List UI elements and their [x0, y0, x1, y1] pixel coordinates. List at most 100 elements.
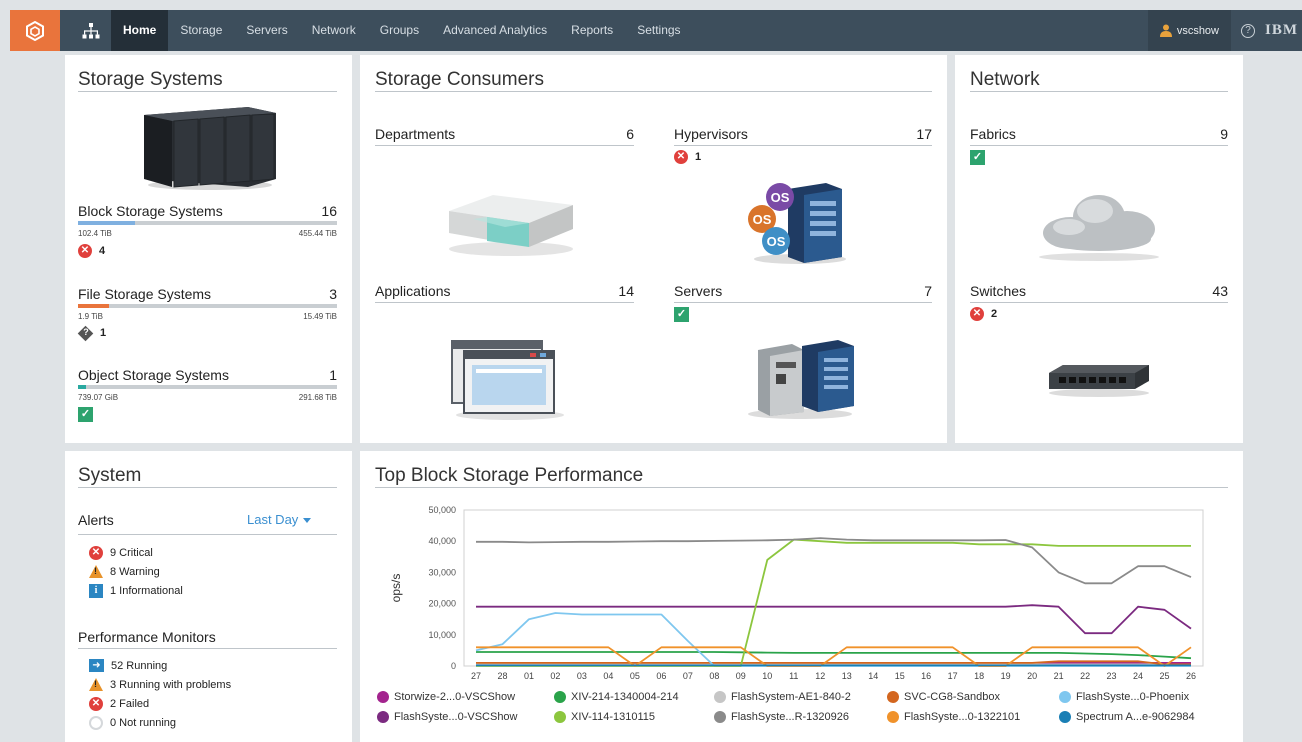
nav-servers[interactable]: Servers [234, 10, 299, 51]
hypervisors-label[interactable]: Hypervisors [674, 126, 748, 142]
x-tick-label: 05 [630, 671, 640, 681]
object-storage-count[interactable]: 1 [287, 367, 337, 383]
switches-icon[interactable] [1045, 359, 1153, 399]
monitors-with-problems[interactable]: ! 3 Running with problems [89, 678, 231, 691]
error-icon: ✕ [970, 307, 984, 321]
servers-ok-status[interactable]: ✓ [674, 307, 689, 322]
nav-home[interactable]: Home [111, 10, 169, 51]
x-tick-label: 28 [497, 671, 507, 681]
fabrics-cloud-icon[interactable] [1035, 187, 1163, 263]
legend-item[interactable]: XIV-114-1310115 [554, 711, 655, 723]
performance-line-chart[interactable]: 0 10,000 20,000 30,000 40,000 50,000 27 28 01 02 0… [360, 491, 1243, 681]
monitors-running[interactable]: ➜ 52 Running [89, 659, 167, 672]
app-logo-icon[interactable] [10, 10, 60, 51]
svg-text:OS: OS [771, 190, 790, 205]
nav-groups[interactable]: Groups [368, 10, 431, 51]
applications-count[interactable]: 14 [584, 283, 634, 299]
legend-item[interactable]: FlashSyste...R-1320926 [714, 711, 849, 723]
help-icon[interactable]: ? [1241, 23, 1255, 38]
unknown-icon: ? [77, 325, 94, 341]
departments-count[interactable]: 6 [584, 126, 634, 142]
alerts-label: Alerts [78, 512, 114, 528]
x-tick-label: 08 [709, 671, 719, 681]
file-storage-count[interactable]: 3 [287, 286, 337, 302]
nav-advanced-analytics[interactable]: Advanced Analytics [431, 10, 559, 51]
x-tick-label: 10 [762, 671, 772, 681]
svg-text:OS: OS [753, 212, 772, 227]
legend-label: XIV-214-1340004-214 [571, 691, 679, 703]
block-storage-error-status[interactable]: ✕ 4 [78, 244, 105, 258]
switches-count[interactable]: 43 [1178, 283, 1228, 299]
series-line-5 [475, 612, 1191, 667]
legend-swatch [377, 691, 389, 703]
object-storage-ok-status[interactable]: ✓ [78, 407, 93, 422]
servers-icon[interactable] [744, 338, 858, 420]
applications-icon[interactable] [448, 337, 566, 421]
topology-icon[interactable] [72, 10, 110, 51]
y-tick-label: 10,000 [428, 630, 456, 640]
legend-item[interactable]: Storwize-2...0-VSCShow [377, 691, 515, 703]
block-storage-used: 102.4 TiB [78, 229, 112, 238]
nav-storage[interactable]: Storage [168, 10, 234, 51]
y-tick-label: 0 [451, 661, 456, 671]
alert-informational[interactable]: i1 Informational [89, 584, 183, 598]
departments-label[interactable]: Departments [375, 126, 455, 142]
object-storage-label[interactable]: Object Storage Systems [78, 367, 229, 383]
nav-reports[interactable]: Reports [559, 10, 625, 51]
nav-settings[interactable]: Settings [625, 10, 692, 51]
file-storage-label[interactable]: File Storage Systems [78, 286, 211, 302]
fabrics-label[interactable]: Fabrics [970, 126, 1016, 142]
switches-label[interactable]: Switches [970, 283, 1026, 299]
fabrics-count[interactable]: 9 [1178, 126, 1228, 142]
block-storage-label[interactable]: Block Storage Systems [78, 203, 223, 219]
file-storage-unknown-status[interactable]: ? 1 [77, 325, 106, 341]
switches-error-status[interactable]: ✕ 2 [970, 307, 997, 321]
x-tick-label: 20 [1027, 671, 1037, 681]
svg-text:OS: OS [767, 234, 786, 249]
x-tick-label: 07 [683, 671, 693, 681]
hypervisors-count[interactable]: 17 [882, 126, 932, 142]
departments-icon[interactable] [443, 189, 577, 259]
block-storage-count[interactable]: 16 [287, 203, 337, 219]
hypervisors-icon[interactable]: OS OS OS [746, 179, 848, 265]
panel-title: System [78, 465, 142, 486]
not-running-icon [89, 716, 103, 730]
x-tick-label: 26 [1186, 671, 1196, 681]
performance-monitors-label: Performance Monitors [78, 629, 216, 645]
legend-label: FlashSyste...R-1320926 [731, 711, 850, 723]
applications-label[interactable]: Applications [375, 283, 451, 299]
time-range-dropdown[interactable]: Last Day [247, 512, 312, 527]
user-menu[interactable]: vscshow [1147, 10, 1231, 51]
y-tick-label: 50,000 [428, 505, 456, 515]
x-tick-label: 21 [1054, 671, 1064, 681]
x-tick-label: 15 [895, 671, 905, 681]
servers-count[interactable]: 7 [882, 283, 932, 299]
legend-item[interactable]: XIV-214-1340004-214 [554, 691, 679, 703]
servers-label[interactable]: Servers [674, 283, 722, 299]
fabrics-ok-status[interactable]: ✓ [970, 150, 985, 165]
x-tick-label: 04 [603, 671, 613, 681]
alert-warning[interactable]: ! 8 Warning [89, 565, 160, 578]
legend-item[interactable]: FlashSyste...0-Phoenix [1059, 691, 1189, 703]
block-storage-capacity-bar [78, 221, 337, 225]
monitors-failed[interactable]: ✕ 2 Failed [89, 697, 149, 711]
alert-critical[interactable]: ✕ 9 Critical [89, 546, 153, 560]
x-tick-label: 06 [656, 671, 666, 681]
hypervisors-error-status[interactable]: ✕ 1 [674, 150, 701, 164]
top-navigation-bar: Home Storage Servers Network Groups Adva… [10, 10, 1302, 51]
legend-item[interactable]: FlashSyste...0-1322101 [887, 711, 1020, 723]
legend-label: SVC-CG8-Sandbox [904, 691, 1000, 703]
error-icon: ✕ [674, 150, 688, 164]
storage-rack-image[interactable] [140, 99, 280, 191]
legend-item[interactable]: Spectrum A...e-9062984 [1059, 711, 1195, 723]
nav-network[interactable]: Network [300, 10, 368, 51]
file-storage-capacity-bar [78, 304, 337, 308]
x-tick-label: 11 [789, 671, 798, 681]
legend-item[interactable]: SVC-CG8-Sandbox [887, 691, 1000, 703]
legend-item[interactable]: FlashSystem-AE1-840-2 [714, 691, 851, 703]
ok-check-icon: ✓ [970, 150, 985, 165]
monitors-not-running[interactable]: 0 Not running [89, 716, 176, 730]
legend-swatch [1059, 711, 1071, 723]
performance-panel: Top Block Storage Performance 0 10,000 20,… [360, 451, 1243, 742]
legend-item[interactable]: FlashSyste...0-VSCShow [377, 711, 518, 723]
